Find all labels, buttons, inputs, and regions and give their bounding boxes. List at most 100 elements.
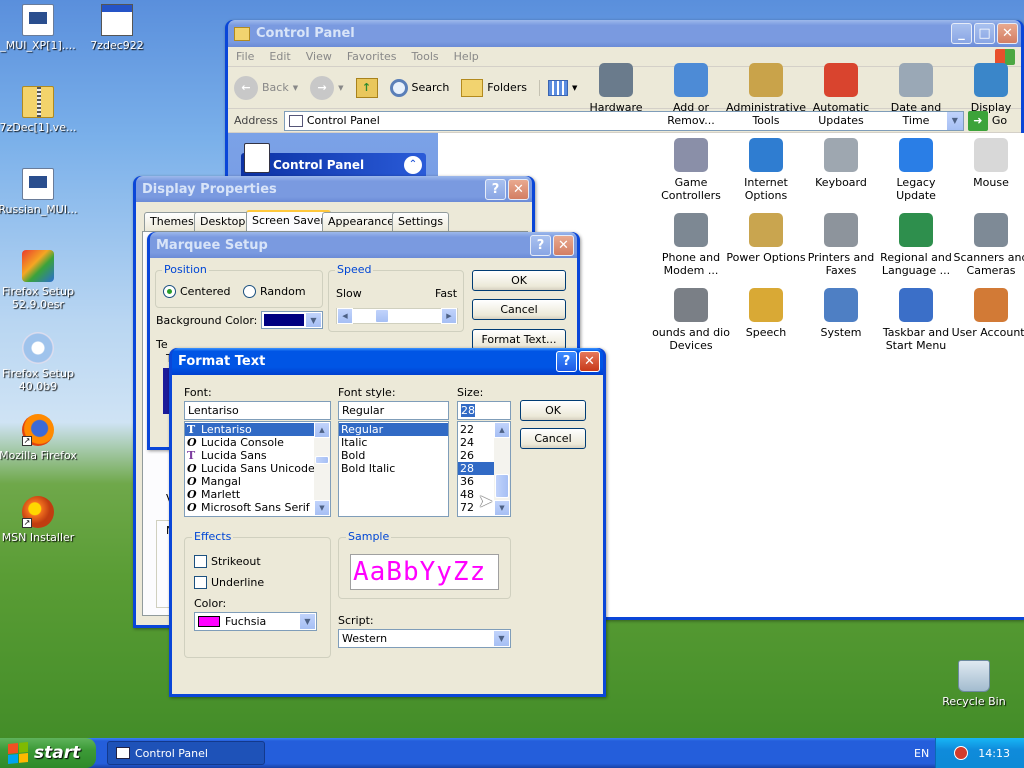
size-list-item[interactable]: 36 [458, 475, 494, 488]
cp-item[interactable]: Phone and Modem ... [651, 213, 731, 277]
scroll-thumb[interactable] [315, 456, 329, 464]
taskbar-item-control-panel[interactable]: Control Panel [107, 741, 265, 765]
background-color-picker[interactable]: ▼ [261, 311, 323, 329]
font-style-list-item[interactable]: Regular [339, 423, 448, 436]
marquee-setup-titlebar[interactable]: Marquee Setup ? ✕ [150, 232, 577, 258]
maximize-button[interactable]: □ [974, 23, 995, 44]
close-button[interactable]: ✕ [579, 351, 600, 372]
cp-item[interactable]: Date and Time [876, 63, 956, 127]
tab-desktop[interactable]: Desktop [194, 212, 252, 231]
cancel-button[interactable]: Cancel [520, 428, 586, 449]
scroll-down-arrow[interactable]: ▼ [314, 500, 330, 516]
menu-help[interactable]: Help [454, 50, 479, 63]
help-button[interactable]: ? [556, 351, 577, 372]
size-list-item[interactable]: 24 [458, 436, 494, 449]
cp-item[interactable]: Administrative Tools [726, 63, 806, 127]
speed-slider[interactable]: ◀ ▶ [336, 308, 458, 324]
start-button[interactable]: start [0, 738, 96, 768]
size-list-scrollbar[interactable]: ▲ ▼ [494, 422, 510, 516]
menu-view[interactable]: View [306, 50, 332, 63]
cp-item[interactable]: Taskbar and Start Menu [876, 288, 956, 352]
security-shield-icon[interactable] [954, 746, 969, 760]
scroll-down-arrow[interactable]: ▼ [494, 500, 510, 516]
desktop-icon-mui-xp[interactable]: _MUI_XP[1].... [0, 4, 80, 52]
random-radio[interactable] [243, 285, 256, 298]
cp-item[interactable]: Internet Options [726, 138, 806, 202]
font-list-item[interactable]: T Lentariso [185, 423, 330, 436]
slider-thumb[interactable] [375, 309, 389, 323]
views-button[interactable]: ▼ [539, 79, 577, 96]
cp-item[interactable]: Legacy Update [876, 138, 956, 202]
font-list-item[interactable]: O Microsoft Sans Serif [185, 501, 330, 514]
menu-file[interactable]: File [236, 50, 254, 63]
size-list-item[interactable]: 22 [458, 423, 494, 436]
cp-item[interactable]: Automatic Updates [801, 63, 881, 127]
format-text-titlebar[interactable]: Format Text ? ✕ [172, 348, 603, 375]
font-style-list-item[interactable]: Bold [339, 449, 448, 462]
display-properties-titlebar[interactable]: Display Properties ? ✕ [136, 176, 532, 202]
menu-edit[interactable]: Edit [269, 50, 290, 63]
desktop-icon-recycle-bin[interactable]: Recycle Bin [932, 660, 1016, 708]
size-list-item[interactable]: 26 [458, 449, 494, 462]
strikeout-label[interactable]: Strikeout [211, 555, 261, 568]
minimize-button[interactable]: _ [951, 23, 972, 44]
centered-radio[interactable] [163, 285, 176, 298]
close-button[interactable]: ✕ [508, 178, 529, 200]
close-button[interactable]: ✕ [997, 23, 1018, 44]
font-list-item[interactable]: O Lucida Sans Unicode [185, 462, 330, 475]
tab-screen-saver[interactable]: Screen Saver [246, 210, 331, 231]
folders-button[interactable]: Folders [461, 78, 527, 97]
cp-item[interactable]: Speech [726, 288, 806, 339]
slider-left-arrow[interactable]: ◀ [337, 308, 353, 324]
desktop-icon-russian-mui[interactable]: Russian_MUI... [0, 168, 80, 216]
cp-item[interactable]: Power Options [726, 213, 806, 264]
back-button[interactable]: ← Back ▼ [234, 75, 298, 100]
cp-item[interactable]: Keyboard [801, 138, 881, 189]
desktop-icon-7zdec-ve[interactable]: 7zDec[1].ve... [0, 86, 80, 134]
font-list-item[interactable]: T Lucida Sans [185, 449, 330, 462]
font-list-item[interactable]: O Marlett [185, 488, 330, 501]
menu-favorites[interactable]: Favorites [347, 50, 397, 63]
tab-settings[interactable]: Settings [392, 212, 450, 231]
close-button[interactable]: ✕ [553, 234, 574, 256]
cp-item[interactable]: Add or Remov... [651, 63, 731, 127]
cp-item[interactable]: Display [951, 63, 1024, 114]
font-list-item[interactable]: O Mangal [185, 475, 330, 488]
desktop-icon-firefox-setup-40[interactable]: Firefox Setup 40.0b9 [0, 332, 80, 393]
desktop-icon-mozilla-firefox[interactable]: ↗ Mozilla Firefox [0, 414, 80, 462]
font-list[interactable]: T Lentariso O Lucida Console T Lucida Sans O Lu… [184, 421, 331, 517]
cp-item[interactable]: Printers and Faxes [801, 213, 881, 277]
up-button[interactable]: ↑ [355, 77, 378, 98]
underline-checkbox[interactable] [194, 576, 207, 589]
random-label[interactable]: Random [260, 285, 306, 298]
scroll-up-arrow[interactable]: ▲ [314, 422, 330, 438]
cp-item[interactable]: Mouse [951, 138, 1024, 189]
format-text-button[interactable]: Format Text... [472, 329, 566, 350]
font-list-item[interactable]: O Lucida Console [185, 436, 330, 449]
size-input[interactable]: 28 [457, 401, 511, 420]
help-button[interactable]: ? [530, 234, 551, 256]
tab-themes[interactable]: Themes [144, 212, 200, 231]
cp-item[interactable]: System [801, 288, 881, 339]
desktop-icon-msn-installer[interactable]: ↗ MSN Installer [0, 496, 80, 544]
cp-item[interactable]: ounds and dio Devices [651, 288, 731, 352]
strikeout-checkbox[interactable] [194, 555, 207, 568]
cancel-button[interactable]: Cancel [472, 299, 566, 320]
cp-item[interactable]: Regional and Language ... [876, 213, 956, 277]
size-list-item[interactable]: 28 [458, 462, 494, 475]
ok-button[interactable]: OK [520, 400, 586, 421]
font-style-input[interactable]: Regular [338, 401, 449, 420]
script-select[interactable]: Western ▼ [338, 629, 511, 648]
cp-item[interactable]: Scanners and Cameras [951, 213, 1024, 277]
font-style-list[interactable]: Regular Italic Bold Bold Italic [338, 421, 449, 517]
tab-appearance[interactable]: Appearance [322, 212, 401, 231]
centered-label[interactable]: Centered [180, 285, 231, 298]
slider-right-arrow[interactable]: ▶ [441, 308, 457, 324]
font-input[interactable]: Lentariso [184, 401, 331, 420]
font-list-scrollbar[interactable]: ▲ ▼ [314, 422, 330, 516]
menu-tools[interactable]: Tools [412, 50, 439, 63]
scroll-thumb[interactable] [495, 474, 509, 498]
language-indicator[interactable]: EN [914, 747, 929, 760]
ok-button[interactable]: OK [472, 270, 566, 291]
cp-item[interactable]: Hardware [576, 63, 656, 114]
